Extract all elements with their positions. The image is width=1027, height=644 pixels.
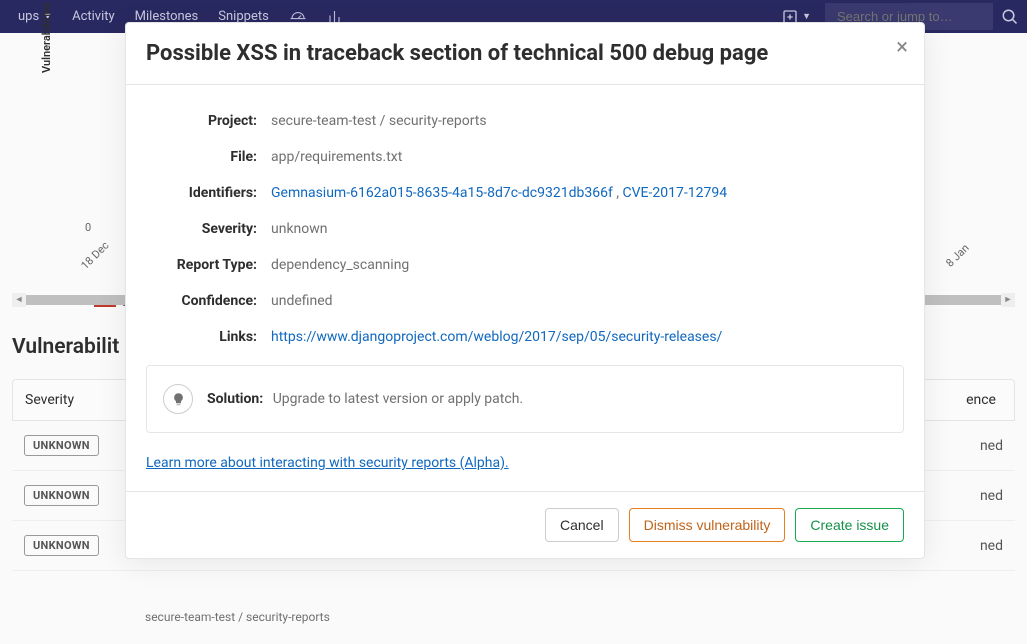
label-file: File: — [146, 149, 271, 165]
label-confidence: Confidence: — [146, 293, 271, 309]
value-solution: Upgrade to latest version or apply patch… — [273, 391, 523, 407]
create-issue-button[interactable]: Create issue — [795, 508, 904, 542]
value-links: https://www.djangoproject.com/weblog/201… — [271, 329, 904, 345]
identifier-separator: , — [613, 185, 623, 201]
solution-box: Solution: Upgrade to latest version or a… — [146, 365, 904, 433]
label-report-type: Report Type: — [146, 257, 271, 273]
value-identifiers: Gemnasium-6162a015-8635-4a15-8d7c-dc9321… — [271, 185, 904, 201]
modal-header: Possible XSS in traceback section of tec… — [126, 23, 924, 85]
label-project: Project: — [146, 113, 271, 129]
identifier-link-1[interactable]: Gemnasium-6162a015-8635-4a15-8d7c-dc9321… — [271, 185, 613, 201]
value-file: app/requirements.txt — [271, 149, 904, 165]
value-report-type: dependency_scanning — [271, 257, 904, 273]
label-identifiers: Identifiers: — [146, 185, 271, 201]
lightbulb-icon — [163, 384, 193, 414]
close-icon[interactable]: × — [896, 37, 908, 59]
learn-more-link[interactable]: Learn more about interacting with securi… — [146, 455, 904, 471]
label-solution: Solution: — [207, 391, 263, 407]
cancel-button[interactable]: Cancel — [545, 508, 619, 542]
reference-link[interactable]: https://www.djangoproject.com/weblog/201… — [271, 329, 722, 345]
value-severity: unknown — [271, 221, 904, 237]
dismiss-vulnerability-button[interactable]: Dismiss vulnerability — [629, 508, 786, 542]
modal-title: Possible XSS in traceback section of tec… — [146, 41, 904, 66]
modal-body: Project: secure-team-test / security-rep… — [126, 85, 924, 491]
modal-footer: Cancel Dismiss vulnerability Create issu… — [126, 491, 924, 558]
vulnerability-detail-modal: Possible XSS in traceback section of tec… — [125, 22, 925, 559]
label-links: Links: — [146, 329, 271, 345]
value-project: secure-team-test / security-reports — [271, 113, 904, 129]
identifier-link-2[interactable]: CVE-2017-12794 — [623, 185, 728, 201]
label-severity: Severity: — [146, 221, 271, 237]
value-confidence: undefined — [271, 293, 904, 309]
